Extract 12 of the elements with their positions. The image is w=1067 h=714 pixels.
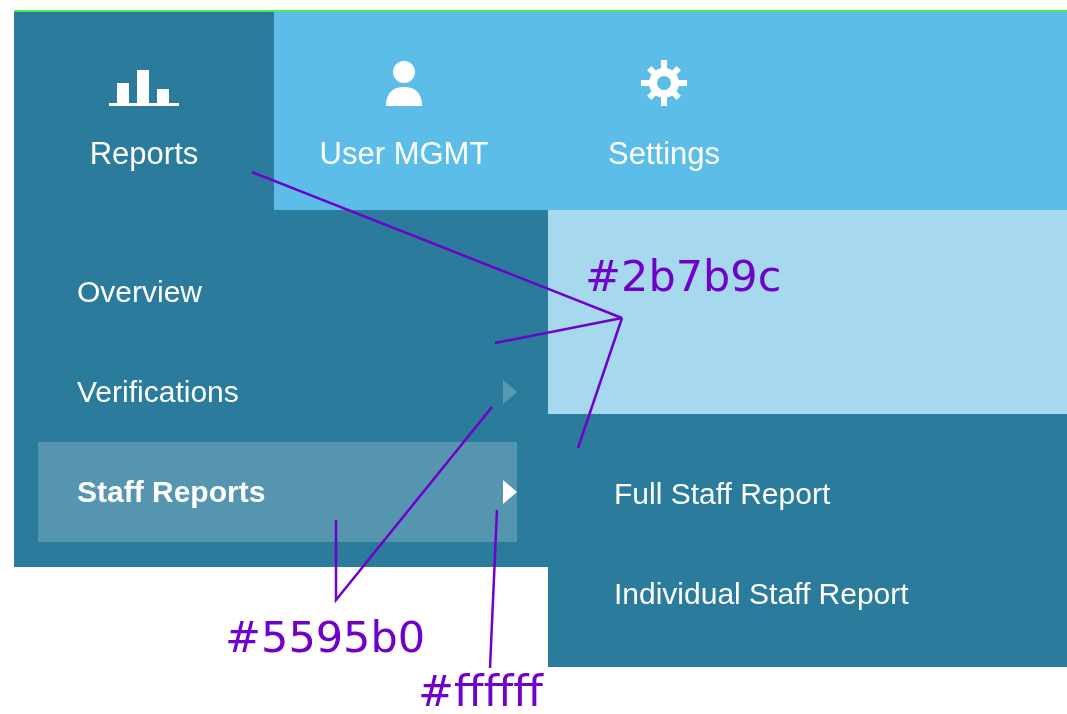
submenu-item[interactable]: Full Staff Report (548, 444, 1067, 544)
menu-item[interactable]: Verifications (38, 342, 517, 442)
user-icon (384, 61, 424, 106)
nav-tab[interactable]: Reports (14, 12, 274, 210)
menu-item[interactable]: Staff Reports (38, 442, 517, 542)
submenu-item[interactable]: Individual Staff Report (548, 544, 1067, 644)
settings-icon (641, 60, 687, 106)
color-annotation: #ffffff (418, 670, 543, 713)
menu-item[interactable]: Overview (38, 242, 517, 342)
color-annotation: #5595b0 (225, 616, 426, 659)
color-annotation: #2b7b9c (585, 255, 782, 298)
bar-chart-icon (109, 70, 179, 106)
